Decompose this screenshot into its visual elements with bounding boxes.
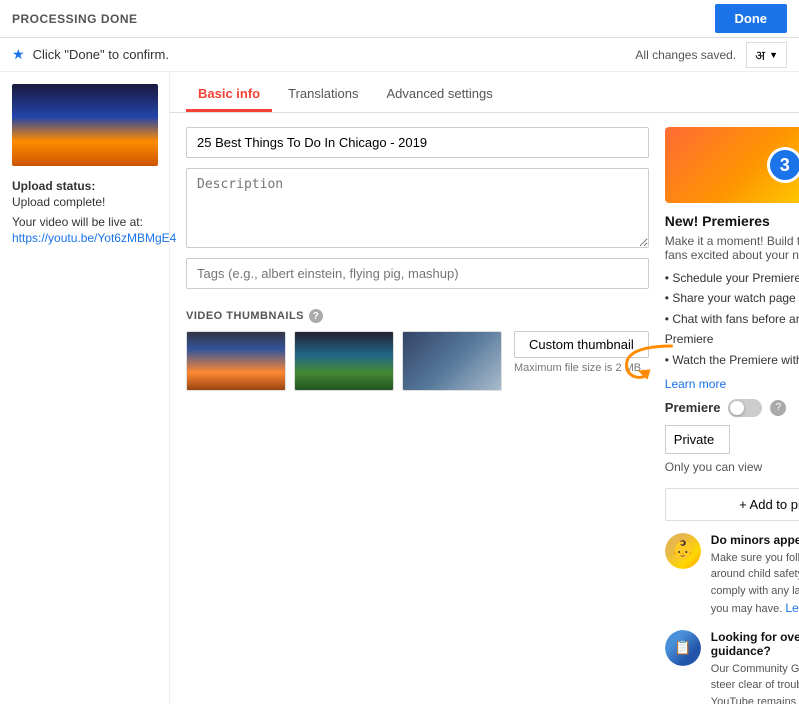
orange-arrow-annotation	[619, 341, 679, 381]
tab-basic-info[interactable]: Basic info	[186, 76, 272, 112]
instruction-text: Click "Done" to confirm.	[33, 47, 636, 62]
description-textarea[interactable]	[186, 168, 649, 248]
advisory-text-content: Looking for overall content guidance? Ou…	[711, 630, 799, 704]
content-area: Basic info Translations Advanced setting…	[170, 72, 799, 704]
processing-label: PROCESSING DONE	[12, 12, 715, 26]
visibility-select-wrapper: Private Unlisted Public ▼	[665, 425, 799, 454]
upload-status-label: Upload status:	[12, 179, 95, 193]
upload-status-section: Upload status: Upload complete! Your vid…	[12, 178, 157, 245]
premiere-bullets: • Schedule your Premiere • Share your wa…	[665, 268, 799, 370]
advisory-text-minors: Do minors appear in this video? Make sur…	[711, 533, 799, 618]
two-col-content: VIDEO THUMBNAILS ?	[170, 113, 799, 704]
custom-thumb-area: Custom thumbnail Maximum file size is 2 …	[514, 331, 649, 374]
video-link[interactable]: https://youtu.be/Yot6zMBMgE4	[12, 231, 157, 245]
only-you-text: Only you can view	[665, 460, 762, 474]
video-live-text: Your video will be live at:	[12, 215, 157, 229]
top-bar: PROCESSING DONE Done	[0, 0, 799, 38]
form-column: VIDEO THUMBNAILS ?	[186, 127, 649, 704]
toggle-knob	[730, 401, 744, 415]
premiere-help-icon[interactable]: ?	[770, 400, 786, 416]
thumbnail-1[interactable]	[186, 331, 286, 391]
advisory-icon-minors: 👶	[665, 533, 701, 569]
left-sidebar: Upload status: Upload complete! Your vid…	[0, 72, 170, 704]
premiere-toggle[interactable]	[728, 399, 762, 417]
premiere-label: Premiere	[665, 400, 721, 415]
thumbnail-2[interactable]	[294, 331, 394, 391]
advisory-body-content: Our Community Guidelines help you steer …	[711, 661, 799, 704]
premiere-banner: 3	[665, 127, 799, 203]
premiere-number: 3	[767, 147, 799, 183]
thumbnails-section: VIDEO THUMBNAILS ?	[186, 309, 649, 391]
tab-advanced-settings[interactable]: Advanced settings	[374, 76, 504, 112]
thumbnails-row: Custom thumbnail Maximum file size is 2 …	[186, 331, 649, 391]
cityscape-image	[12, 84, 158, 166]
advisory-title-minors: Do minors appear in this video?	[711, 533, 799, 547]
done-button[interactable]: Done	[715, 4, 788, 33]
advisory-title-content: Looking for overall content guidance?	[711, 630, 799, 658]
thumbnails-help-icon[interactable]: ?	[309, 309, 323, 323]
thumbnail-3[interactable]	[402, 331, 502, 391]
premiere-subtitle: Make it a moment! Build the hype and get…	[665, 234, 799, 262]
right-panel: 3 New! Premieres Make it a moment! Build…	[665, 127, 799, 704]
premiere-row: Premiere ?	[665, 399, 799, 417]
add-playlist-button[interactable]: + Add to playlist	[665, 488, 799, 521]
lang-label: अ	[755, 46, 765, 64]
upload-complete-text: Upload complete!	[12, 195, 157, 209]
star-icon: ★	[12, 46, 25, 63]
advisory-body-minors: Make sure you follow our policies around…	[711, 550, 799, 618]
sub-bar: ★ Click "Done" to confirm. All changes s…	[0, 38, 799, 72]
tab-translations[interactable]: Translations	[276, 76, 370, 112]
advisory-card-minors: 👶 Do minors appear in this video? Make s…	[665, 533, 799, 618]
advisory-1-learn-more[interactable]: Learn more	[785, 601, 799, 615]
main-layout: Upload status: Upload complete! Your vid…	[0, 72, 799, 704]
video-thumbnail-main	[12, 84, 158, 166]
tabs-bar: Basic info Translations Advanced setting…	[170, 76, 799, 113]
chevron-down-icon: ▼	[769, 50, 778, 60]
advisory-icon-content: 📋	[665, 630, 701, 666]
thumbnails-label: VIDEO THUMBNAILS ?	[186, 309, 649, 323]
visibility-actions: Only you can view Share	[665, 454, 799, 480]
advisory-card-content: 📋 Looking for overall content guidance? …	[665, 630, 799, 704]
title-input[interactable]	[186, 127, 649, 158]
changes-saved-text: All changes saved.	[635, 48, 736, 62]
language-button[interactable]: अ ▼	[746, 42, 787, 68]
tags-input[interactable]	[186, 258, 649, 289]
visibility-select[interactable]: Private Unlisted Public	[665, 425, 730, 454]
new-premieres-title: New! Premieres	[665, 213, 799, 229]
